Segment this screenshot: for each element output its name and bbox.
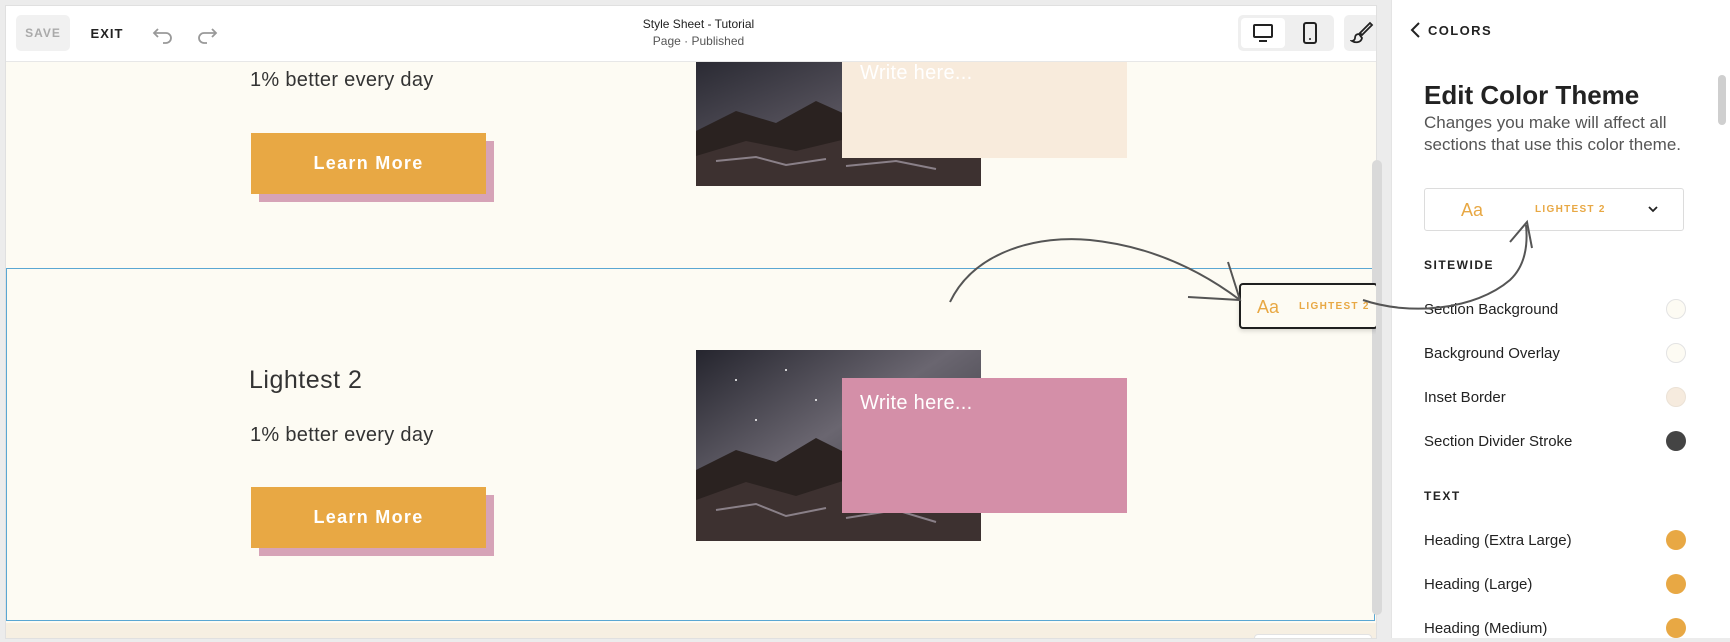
mobile-icon [1303, 22, 1317, 44]
next-section-peek [6, 623, 1376, 638]
panel-scrollbar[interactable] [1718, 75, 1726, 125]
color-row-section-background[interactable]: Section Background [1424, 295, 1686, 323]
row-label: Inset Border [1424, 388, 1506, 406]
add-section-tab[interactable] [1254, 634, 1372, 638]
learn-more-button[interactable]: Learn More [251, 487, 486, 548]
section-subline: 1% better every day [250, 424, 434, 446]
color-theme-panel: COLORS Edit Color Theme Changes you make… [1392, 0, 1730, 638]
row-label: Section Background [1424, 300, 1559, 318]
pill-theme-label: LIGHTEST 2 [1299, 301, 1370, 312]
textbox-text: Write here... [860, 62, 973, 84]
color-swatch[interactable] [1666, 618, 1686, 638]
color-swatch[interactable] [1666, 530, 1686, 550]
row-label: Heading (Large) [1424, 575, 1533, 593]
color-row-heading-extra-large[interactable]: Heading (Extra Large) [1424, 526, 1686, 554]
theme-select[interactable]: Aa LIGHTEST 2 [1424, 188, 1684, 231]
row-label: Heading (Extra Large) [1424, 531, 1572, 549]
editor-canvas: 1% better every day Learn More Write her… [6, 6, 1376, 638]
pill-aa: Aa [1257, 297, 1280, 317]
color-row-background-overlay[interactable]: Background Overlay [1424, 339, 1686, 367]
editor-scrollbar[interactable] [1372, 160, 1382, 615]
color-swatch[interactable] [1666, 574, 1686, 594]
back-to-colors-link[interactable]: COLORS [1410, 22, 1492, 38]
write-here-textbox[interactable]: Write here... [842, 378, 1127, 513]
color-swatch[interactable] [1666, 387, 1686, 407]
color-row-inset-border[interactable]: Inset Border [1424, 383, 1686, 411]
desktop-icon [1253, 24, 1273, 42]
page-status: Page · Published [652, 34, 745, 48]
color-row-heading-large[interactable]: Heading (Large) [1424, 570, 1686, 598]
mobile-view-button[interactable] [1288, 18, 1332, 48]
color-swatch[interactable] [1666, 431, 1686, 451]
page-title: Style Sheet - Tutorial [642, 17, 755, 31]
group-label-sitewide: SITEWIDE [1424, 258, 1495, 272]
desktop-view-button[interactable] [1241, 18, 1285, 48]
chevron-down-icon [1648, 206, 1658, 213]
color-swatch[interactable] [1666, 343, 1686, 363]
editor-toolbar: SAVE EXIT Style Sheet - Tutorial Page · … [6, 6, 1376, 62]
site-styles-button[interactable] [1344, 15, 1376, 51]
color-swatch[interactable] [1666, 299, 1686, 319]
textbox-text: Write here... [860, 392, 973, 414]
row-label: Section Divider Stroke [1424, 432, 1573, 450]
color-row-section-divider-stroke[interactable]: Section Divider Stroke [1424, 427, 1686, 455]
panel-title: Edit Color Theme [1424, 80, 1640, 110]
chevron-left-icon [1410, 22, 1420, 38]
row-label: Background Overlay [1424, 344, 1560, 362]
panel-description: Changes you make will affect all section… [1424, 113, 1682, 154]
section-selection-outline [6, 268, 1375, 621]
paintbrush-icon [1350, 21, 1374, 44]
row-label: Heading (Medium) [1424, 619, 1548, 637]
color-theme-pill[interactable]: Aa LIGHTEST 2 [1239, 283, 1376, 329]
section-heading: Lightest 2 [249, 366, 363, 394]
back-link-label: COLORS [1428, 22, 1493, 38]
group-label-text: TEXT [1424, 489, 1461, 503]
device-toggle [1238, 15, 1334, 51]
section-subline: 1% better every day [250, 69, 434, 91]
theme-select-label: LIGHTEST 2 [1535, 204, 1606, 215]
theme-select-aa: Aa [1461, 200, 1484, 220]
learn-more-button[interactable]: Learn More [251, 133, 486, 194]
